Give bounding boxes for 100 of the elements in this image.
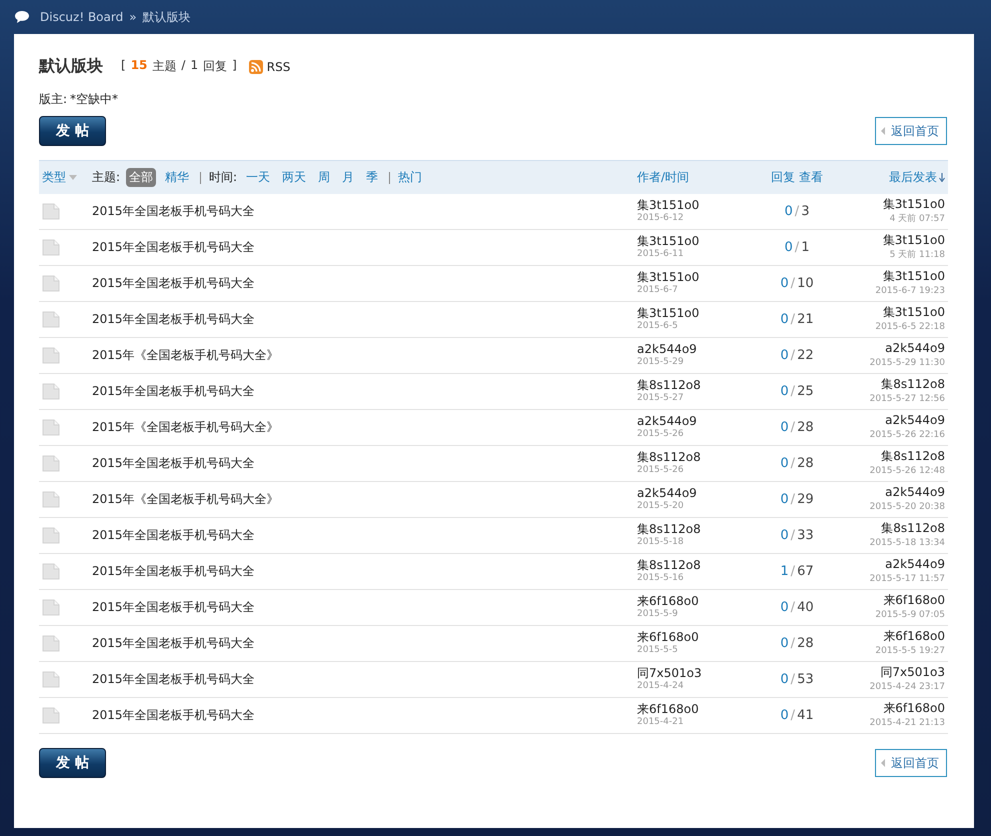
topic-count: 15 (130, 58, 148, 74)
breadcrumb-link[interactable]: Discuz! Board (40, 10, 124, 24)
post-date: 2015-4-21 (637, 716, 685, 728)
document-icon (42, 275, 60, 292)
document-icon (42, 527, 60, 544)
last-poster-link[interactable]: a2k544o9 (885, 486, 945, 498)
view-count: 29 (797, 492, 814, 507)
document-icon (42, 347, 60, 364)
type-filter[interactable]: 类型 (42, 169, 66, 186)
author-link[interactable]: 集3t151o0 (637, 270, 749, 284)
last-poster-link[interactable]: 来6f168o0 (883, 630, 945, 642)
count-separator: / (790, 312, 796, 327)
last-poster-link[interactable]: 集8s112o8 (881, 450, 945, 462)
time-filter-option[interactable]: 一天 (243, 168, 274, 187)
time-filter-option[interactable]: 季 (363, 168, 382, 187)
time-filter-option[interactable]: 两天 (279, 168, 310, 187)
last-poster-link[interactable]: a2k544o9 (885, 558, 945, 570)
reply-count: 0 (780, 636, 789, 651)
reply-count: 0 (780, 420, 789, 435)
thread-title-link[interactable]: 2015年全国老板手机号码大全 (92, 707, 255, 724)
last-poster-link[interactable]: 来6f168o0 (883, 594, 945, 606)
thread-title-link[interactable]: 2015年全国老板手机号码大全 (92, 599, 255, 616)
thread-title-link[interactable]: 2015年全国老板手机号码大全 (92, 383, 255, 400)
view-count: 28 (797, 420, 814, 435)
post-date: 2015-5-29 (637, 356, 685, 368)
last-poster-link[interactable]: 同7x501o3 (880, 666, 945, 678)
reply-count: 0 (784, 204, 793, 219)
author-link[interactable]: 集8s112o8 (637, 450, 749, 464)
reply-count: 1 (780, 564, 789, 579)
reply-count: 0 (780, 276, 789, 291)
last-poster-link[interactable]: 集8s112o8 (881, 522, 945, 534)
breadcrumb-current: 默认版块 (142, 8, 191, 26)
back-home-button[interactable]: 返回首页 (875, 749, 947, 777)
view-count: 67 (797, 564, 814, 579)
thread-title-link[interactable]: 2015年《全国老板手机号码大全》 (92, 419, 279, 436)
author-link[interactable]: 来6f168o0 (637, 594, 749, 608)
last-poster-link[interactable]: 集3t151o0 (882, 234, 945, 246)
author-link[interactable]: 同7x501o3 (637, 666, 749, 680)
author-link[interactable]: a2k544o9 (637, 414, 749, 428)
thread-title-link[interactable]: 2015年全国老板手机号码大全 (92, 635, 255, 652)
last-poster-link[interactable]: 集3t151o0 (882, 270, 945, 282)
thread-title-link[interactable]: 2015年全国老板手机号码大全 (92, 455, 255, 472)
time-filter-option[interactable]: 月 (339, 168, 358, 187)
last-poster-link[interactable]: 集8s112o8 (881, 378, 945, 390)
reply-count: 0 (780, 456, 789, 471)
last-poster-link[interactable]: a2k544o9 (885, 342, 945, 354)
thread-title-link[interactable]: 2015年全国老板手机号码大全 (92, 203, 255, 220)
author-link[interactable]: a2k544o9 (637, 342, 749, 356)
view-count: 28 (797, 636, 814, 651)
rss-link[interactable]: RSS (266, 60, 290, 74)
last-poster-link[interactable]: a2k544o9 (885, 414, 945, 426)
reply-count: 0 (780, 600, 789, 615)
count-separator: / (790, 420, 796, 435)
author-link[interactable]: 集8s112o8 (637, 378, 749, 392)
reply-count: 0 (780, 312, 789, 327)
view-count: 21 (797, 312, 814, 327)
author-link[interactable]: 集3t151o0 (637, 234, 749, 248)
post-date: 2015-5-26 (637, 428, 685, 440)
time-filter-label: 时间: (209, 169, 238, 186)
thread-title-link[interactable]: 2015年全国老板手机号码大全 (92, 275, 255, 292)
thread-title-link[interactable]: 2015年全国老板手机号码大全 (92, 671, 255, 688)
last-poster-link[interactable]: 集3t151o0 (882, 306, 945, 318)
time-filter-option[interactable]: 周 (315, 168, 334, 187)
new-post-button[interactable]: 发 帖 (39, 748, 106, 778)
views-column-header[interactable]: 查看 (799, 169, 823, 186)
back-home-button[interactable]: 返回首页 (875, 117, 947, 145)
topic-label: 主题 (152, 58, 176, 75)
author-link[interactable]: 集8s112o8 (637, 522, 749, 536)
document-icon (42, 383, 60, 400)
post-date: 2015-5-18 (637, 536, 685, 548)
author-link[interactable]: 集3t151o0 (637, 306, 749, 320)
author-column-header[interactable]: 作者/时间 (637, 170, 690, 184)
author-link[interactable]: a2k544o9 (637, 486, 749, 500)
topic-filter-option[interactable]: 全部 (126, 168, 156, 187)
reply-count: 0 (784, 240, 793, 255)
post-date: 2015-5-9 (637, 608, 679, 620)
last-poster-link[interactable]: 来6f168o0 (883, 702, 945, 714)
thread-title-link[interactable]: 2015年《全国老板手机号码大全》 (92, 347, 279, 364)
view-count: 25 (797, 384, 814, 399)
thread-title-link[interactable]: 2015年《全国老板手机号码大全》 (92, 491, 279, 508)
author-link[interactable]: 集8s112o8 (637, 558, 749, 572)
author-link[interactable]: 集3t151o0 (637, 198, 749, 212)
thread-title-link[interactable]: 2015年全国老板手机号码大全 (92, 527, 255, 544)
count-separator: / (790, 600, 796, 615)
topic-filter-option[interactable]: 精华 (162, 168, 192, 187)
author-link[interactable]: 来6f168o0 (637, 702, 749, 716)
hot-filter[interactable]: 热门 (398, 169, 422, 186)
post-date: 2015-6-12 (637, 212, 685, 224)
thread-title-link[interactable]: 2015年全国老板手机号码大全 (92, 563, 255, 580)
last-post-column-header[interactable]: 最后发表 (889, 169, 937, 186)
reply-count: 0 (780, 708, 789, 723)
last-poster-link[interactable]: 集3t151o0 (882, 198, 945, 210)
author-link[interactable]: 来6f168o0 (637, 630, 749, 644)
reply-label: 回复 (203, 58, 228, 75)
thread-title-link[interactable]: 2015年全国老板手机号码大全 (92, 239, 255, 256)
thread-title-link[interactable]: 2015年全国老板手机号码大全 (92, 311, 255, 328)
count-separator: / (790, 708, 796, 723)
document-icon (42, 671, 60, 688)
replies-column-header[interactable]: 回复 (771, 169, 795, 186)
new-post-button[interactable]: 发 帖 (39, 116, 106, 146)
